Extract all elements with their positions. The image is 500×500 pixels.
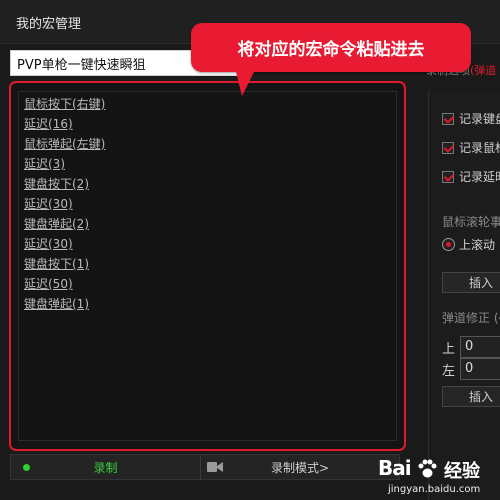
wheel-event-label: 鼠标滚轮事	[442, 215, 500, 229]
record-keyboard-checkbox[interactable]: 记录键盘	[442, 110, 500, 127]
paw-icon	[418, 459, 437, 478]
macro-command-list[interactable]: 鼠标按下(右键) 延迟(16) 鼠标弹起(左键) 延迟(3) 键盘按下(2) 延迟(30)…	[9, 81, 406, 451]
checkbox-checked-icon	[442, 170, 454, 183]
baidu-jingyan-watermark: Bai 经验 jingyan.baidu.com	[378, 456, 500, 500]
macro-command-item[interactable]: 延迟(3)	[24, 154, 391, 174]
record-indicator-icon	[23, 464, 30, 471]
ballistic-correction-label: 弹道修正 (←	[442, 311, 500, 325]
checkbox-checked-icon	[442, 112, 454, 125]
insert-wheel-button[interactable]: 插入	[442, 272, 500, 293]
record-button-label: 录制	[93, 460, 118, 475]
bottom-toolbar: 录制 录制模式>	[10, 454, 400, 480]
record-button[interactable]: 录制	[11, 455, 201, 479]
macro-command-item[interactable]: 鼠标按下(右键)	[24, 94, 391, 114]
macro-command-item[interactable]: 鼠标弹起(左键)	[24, 134, 391, 154]
checkbox-checked-icon	[442, 141, 454, 154]
macro-command-list-inner[interactable]: 鼠标按下(右键) 延迟(16) 鼠标弹起(左键) 延迟(3) 键盘按下(2) 延迟(30)…	[18, 91, 397, 441]
macro-command-item[interactable]: 键盘弹起(1)	[24, 294, 391, 314]
left-offset-row: 左 0	[442, 358, 500, 380]
record-mouse-checkbox[interactable]: 记录鼠标	[442, 139, 500, 156]
callout-text: 将对应的宏命令粘贴进去	[237, 40, 425, 60]
macro-command-item[interactable]: 键盘按下(2)	[24, 174, 391, 194]
up-offset-input[interactable]: 0	[460, 336, 500, 358]
insert-ballistic-button[interactable]: 插入	[442, 386, 500, 407]
macro-command-item[interactable]: 键盘弹起(2)	[24, 214, 391, 234]
wheel-up-radio[interactable]: 上滚动	[442, 236, 495, 253]
radio-selected-icon	[442, 238, 455, 251]
callout-tail-icon	[234, 64, 258, 96]
watermark-brand-left: Bai	[378, 456, 412, 480]
macro-command-item[interactable]: 延迟(30)	[24, 234, 391, 254]
watermark-url: jingyan.baidu.com	[388, 484, 481, 495]
window-title: 我的宏管理	[16, 17, 82, 32]
watermark-brand-right: 经验	[444, 461, 480, 482]
up-offset-row: 上 0	[442, 336, 500, 358]
macro-command-item[interactable]: 延迟(30)	[24, 194, 391, 214]
record-mode-label: 录制模式>	[270, 460, 330, 475]
macro-command-item[interactable]: 延迟(16)	[24, 114, 391, 134]
macro-command-item[interactable]: 延迟(50)	[24, 274, 391, 294]
record-delay-checkbox[interactable]: 记录延时	[442, 168, 500, 185]
macro-command-item[interactable]: 键盘按下(1)	[24, 254, 391, 274]
video-camera-icon	[207, 462, 223, 472]
left-offset-input[interactable]: 0	[460, 358, 500, 380]
record-mode-button[interactable]: 录制模式>	[201, 455, 399, 479]
